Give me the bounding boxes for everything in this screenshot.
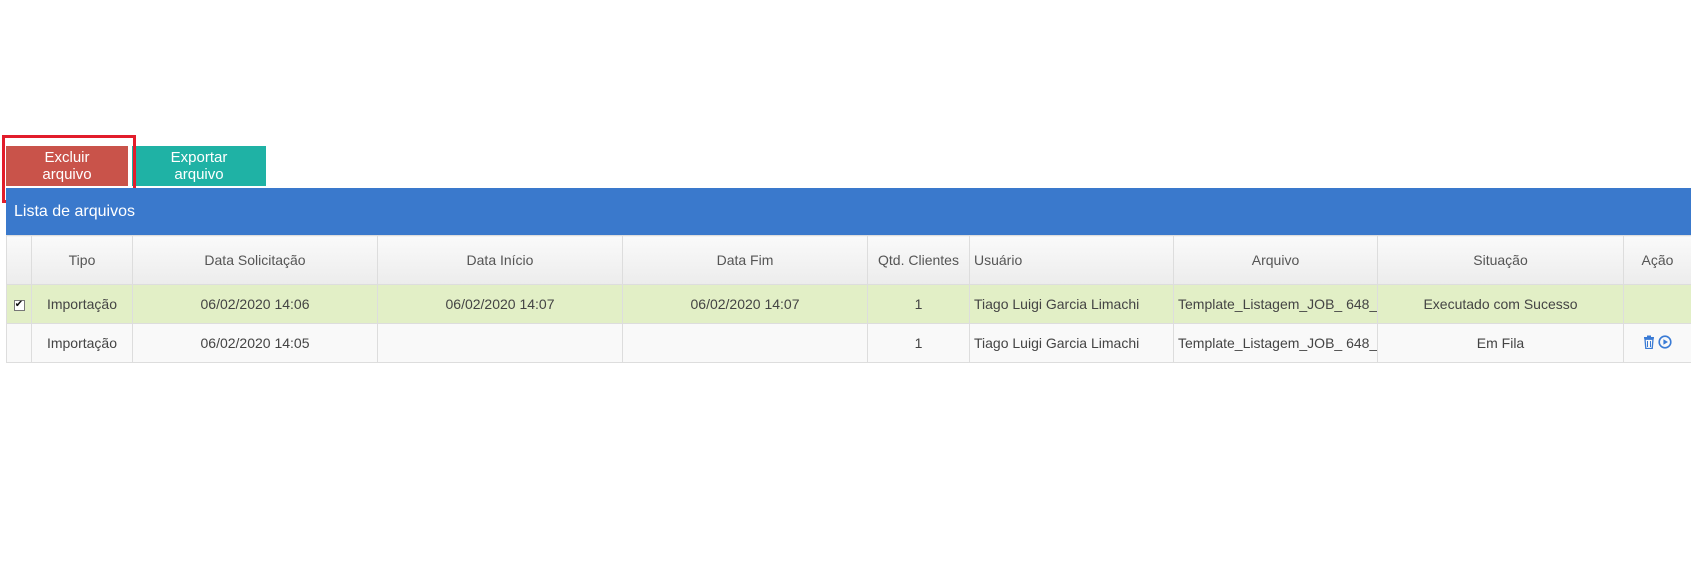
cell-usuario: Tiago Luigi Garcia Limachi [969, 323, 1174, 363]
cell-data-inicio: 06/02/2020 14:07 [377, 284, 623, 324]
cell-data-solicitacao: 06/02/2020 14:05 [132, 323, 378, 363]
trash-icon[interactable] [1643, 335, 1655, 352]
table-row[interactable]: Importação 06/02/2020 14:05 1 Tiago Luig… [6, 323, 1691, 363]
header-qtd-clientes[interactable]: Qtd. Clientes [867, 235, 970, 285]
cell-tipo: Importação [31, 284, 133, 324]
file-list-panel: Lista de arquivos Tipo Data Solicitação [6, 188, 1691, 363]
cell-arquivo: Template_Listagem_JOB_ 648_Tes [1173, 323, 1378, 363]
header-tipo[interactable]: Tipo [31, 235, 133, 285]
cell-tipo: Importação [31, 323, 133, 363]
cell-data-fim [622, 323, 868, 363]
toolbar: Excluir arquivo Exportar arquivo [6, 146, 266, 186]
cell-qtd-clientes: 1 [867, 284, 970, 324]
cell-usuario: Tiago Luigi Garcia Limachi [969, 284, 1174, 324]
cell-situacao: Executado com Sucesso [1377, 284, 1624, 324]
table-header-row: Tipo Data Solicitação Data Início Data F… [6, 235, 1691, 285]
header-arquivo[interactable]: Arquivo [1173, 235, 1378, 285]
cell-acao [1623, 284, 1691, 324]
file-list-table: Tipo Data Solicitação Data Início Data F… [6, 235, 1691, 363]
table-row[interactable]: ✔ Importação 06/02/2020 14:06 06/02/2020… [6, 284, 1691, 324]
cell-arquivo: Template_Listagem_JOB_ 648_Tes [1173, 284, 1378, 324]
header-situacao[interactable]: Situação [1377, 235, 1624, 285]
play-circle-icon[interactable] [1658, 335, 1673, 352]
export-file-button[interactable]: Exportar arquivo [132, 146, 266, 186]
row-checkbox[interactable]: ✔ [13, 299, 25, 311]
panel-title: Lista de arquivos [6, 188, 1691, 235]
page: Excluir arquivo Exportar arquivo Lista d… [0, 0, 1691, 564]
header-select [6, 235, 32, 285]
row-checkbox-cell[interactable]: ✔ [6, 284, 32, 324]
cell-qtd-clientes: 1 [867, 323, 970, 363]
header-data-inicio[interactable]: Data Início [377, 235, 623, 285]
delete-file-button[interactable]: Excluir arquivo [6, 146, 128, 186]
header-data-fim[interactable]: Data Fim [622, 235, 868, 285]
row-checkbox-cell[interactable] [6, 323, 32, 363]
cell-data-solicitacao: 06/02/2020 14:06 [132, 284, 378, 324]
cell-data-fim: 06/02/2020 14:07 [622, 284, 868, 324]
header-data-solicitacao[interactable]: Data Solicitação [132, 235, 378, 285]
cell-data-inicio [377, 323, 623, 363]
cell-acao [1623, 323, 1691, 363]
header-usuario[interactable]: Usuário [969, 235, 1174, 285]
header-acao: Ação [1623, 235, 1691, 285]
cell-situacao: Em Fila [1377, 323, 1624, 363]
